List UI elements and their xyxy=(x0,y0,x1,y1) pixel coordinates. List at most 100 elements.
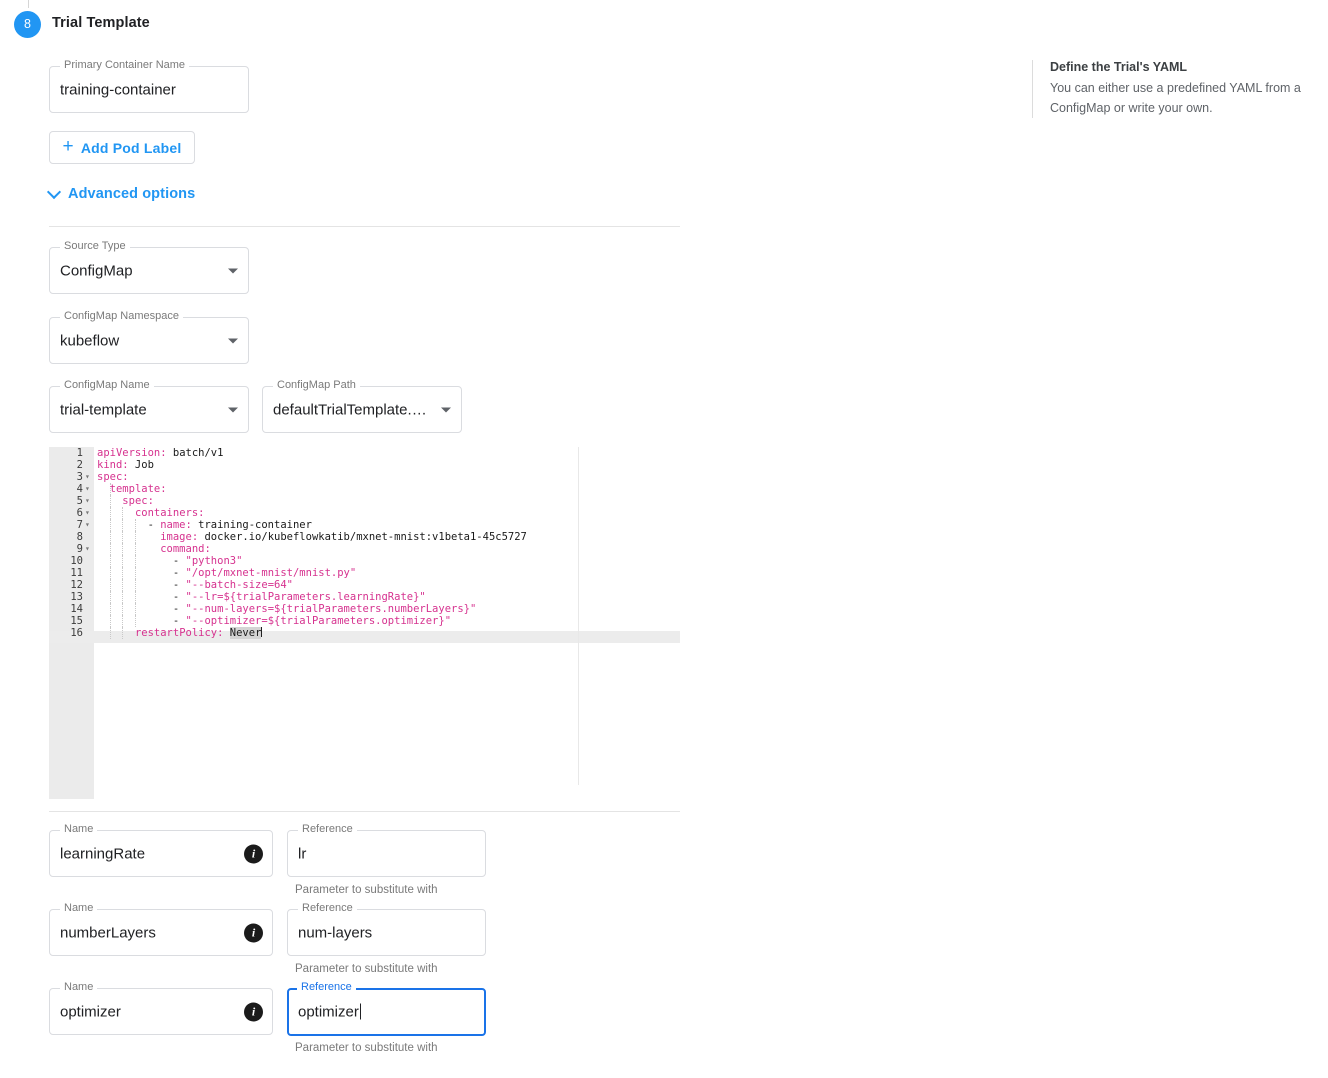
editor-line: 3 ▾ spec: xyxy=(49,471,680,483)
editor-line-number: 7 xyxy=(76,519,83,531)
editor-line-text: - "--optimizer=${trialParameters.optimiz… xyxy=(97,615,452,627)
yaml-code-editor[interactable]: 1 apiVersion: batch/v1 2 kind: Job 3 ▾ spec: 4 ▾… xyxy=(49,447,680,799)
editor-fold-arrow-icon[interactable]: ▾ xyxy=(85,495,93,507)
editor-line-number: 9 xyxy=(76,543,83,555)
editor-line-number: 4 xyxy=(76,483,83,495)
parameter-reference-value: lr xyxy=(298,845,307,862)
editor-line: 4 ▾ template: xyxy=(49,483,680,495)
info-icon[interactable]: i xyxy=(244,923,263,942)
editor-line-number: 10 xyxy=(70,555,83,567)
editor-line: 13 - "--lr=${trialParameters.learningRat… xyxy=(49,591,680,603)
source-type-select[interactable]: Source Type ConfigMap xyxy=(49,240,249,294)
step-connector-line xyxy=(28,0,29,8)
editor-line-number: 15 xyxy=(70,615,83,627)
parameter-reference-value: num-layers xyxy=(298,924,373,941)
help-title: Define the Trial's YAML xyxy=(1050,60,1188,74)
configmap-namespace-value: kubeflow xyxy=(60,332,120,349)
editor-line-text: - name: training-container xyxy=(97,519,312,531)
parameter-reference-field-0[interactable]: Reference lr xyxy=(287,823,486,877)
parameter-name-field-0[interactable]: Name learningRate i xyxy=(49,823,273,877)
advanced-options-label: Advanced options xyxy=(68,186,196,202)
dropdown-arrow-icon[interactable] xyxy=(228,407,238,412)
editor-line-number: 3 xyxy=(76,471,83,483)
parameter-name-label: Name xyxy=(60,823,98,836)
editor-line-number: 16 xyxy=(70,627,83,639)
parameter-reference-label: Reference xyxy=(297,981,356,994)
parameter-name-label: Name xyxy=(60,981,98,994)
editor-line-text: - "--lr=${trialParameters.learningRate}" xyxy=(97,591,426,603)
source-type-value: ConfigMap xyxy=(60,262,133,279)
advanced-options-toggle[interactable]: Advanced options xyxy=(49,186,195,202)
step-number-badge: 8 xyxy=(14,11,41,38)
editor-code-content[interactable]: 1 apiVersion: batch/v1 2 kind: Job 3 ▾ spec: 4 ▾… xyxy=(49,447,680,639)
primary-container-name-value: training-container xyxy=(60,81,176,98)
parameter-name-value: numberLayers xyxy=(60,924,156,941)
parameter-reference-value: optimizer xyxy=(298,1004,452,1021)
configmap-path-select[interactable]: ConfigMap Path defaultTrialTemplate.ya… xyxy=(262,379,462,433)
editor-line: 8 image: docker.io/kubeflowkatib/mxnet-m… xyxy=(49,531,680,543)
editor-fold-arrow-icon[interactable]: ▾ xyxy=(85,471,93,483)
configmap-name-select[interactable]: ConfigMap Name trial-template xyxy=(49,379,249,433)
parameter-name-field-1[interactable]: Name numberLayers i xyxy=(49,902,273,956)
configmap-namespace-select[interactable]: ConfigMap Namespace kubeflow xyxy=(49,310,249,364)
primary-container-name-field[interactable]: Primary Container Name training-containe… xyxy=(49,59,249,113)
add-pod-label-button-label: Add Pod Label xyxy=(80,139,182,156)
parameter-reference-field-2[interactable]: Reference optimizer xyxy=(287,981,486,1036)
dropdown-arrow-icon[interactable] xyxy=(228,268,238,273)
help-panel: Define the Trial's YAML You can either u… xyxy=(1032,60,1302,118)
configmap-name-label: ConfigMap Name xyxy=(60,379,154,392)
editor-line-text: apiVersion: batch/v1 xyxy=(97,447,224,459)
editor-line: 12 - "--batch-size=64" xyxy=(49,579,680,591)
editor-line-text: command: xyxy=(160,543,211,555)
editor-line-number: 2 xyxy=(76,459,83,471)
editor-fold-arrow-icon[interactable]: ▾ xyxy=(85,483,93,495)
editor-line-number: 11 xyxy=(70,567,83,579)
editor-line-text: spec: xyxy=(97,471,129,483)
help-body: You can either use a predefined YAML fro… xyxy=(1050,81,1301,115)
editor-line-number: 13 xyxy=(70,591,83,603)
editor-line-text: - "/opt/mxnet-mnist/mnist.py" xyxy=(97,567,357,579)
editor-line-text: restartPolicy: Never xyxy=(134,627,263,639)
chevron-down-icon xyxy=(49,187,60,198)
editor-line: 5 ▾ spec: xyxy=(49,495,680,507)
editor-fold-arrow-icon[interactable]: ▾ xyxy=(85,543,93,555)
page-title: Trial Template xyxy=(52,15,150,31)
info-icon[interactable]: i xyxy=(244,844,263,863)
configmap-namespace-label: ConfigMap Namespace xyxy=(60,310,183,323)
divider-bottom xyxy=(49,811,680,812)
editor-line-text: spec: xyxy=(122,495,154,507)
editor-fold-arrow-icon[interactable]: ▾ xyxy=(85,519,93,531)
parameter-name-value: optimizer xyxy=(60,1003,121,1020)
parameter-reference-hint: Parameter to substitute with xyxy=(295,963,438,975)
parameter-name-value: learningRate xyxy=(60,845,146,862)
editor-line-number: 1 xyxy=(76,447,83,459)
editor-line: 10 - "python3" xyxy=(49,555,680,567)
configmap-name-value: trial-template xyxy=(60,401,147,418)
parameter-name-label: Name xyxy=(60,902,98,915)
parameter-reference-label: Reference xyxy=(298,823,357,836)
parameter-reference-hint: Parameter to substitute with xyxy=(295,1042,438,1054)
editor-line-text: - "--batch-size=64" xyxy=(97,579,293,591)
parameter-reference-hint: Parameter to substitute with xyxy=(295,884,438,896)
parameter-reference-field-1[interactable]: Reference num-layers xyxy=(287,902,486,956)
editor-line-number: 8 xyxy=(76,531,83,543)
primary-container-name-label: Primary Container Name xyxy=(60,59,190,72)
dropdown-arrow-icon[interactable] xyxy=(441,407,451,412)
editor-line: 9 ▾ command: xyxy=(49,543,680,555)
editor-line: 14 - "--num-layers=${trialParameters.num… xyxy=(49,603,680,615)
parameter-reference-label: Reference xyxy=(298,902,357,915)
editor-line-number: 6 xyxy=(76,507,83,519)
editor-line-number: 14 xyxy=(70,603,83,615)
editor-line-text: containers: xyxy=(134,507,205,519)
editor-line-text: - "--num-layers=${trialParameters.number… xyxy=(97,603,477,615)
editor-fold-arrow-icon[interactable]: ▾ xyxy=(85,507,93,519)
divider-top xyxy=(49,226,680,227)
editor-line: 11 - "/opt/mxnet-mnist/mnist.py" xyxy=(49,567,680,579)
parameter-name-field-2[interactable]: Name optimizer i xyxy=(49,981,273,1035)
source-type-label: Source Type xyxy=(60,240,130,253)
add-pod-label-button[interactable]: + Add Pod Label xyxy=(49,131,195,164)
configmap-path-value: defaultTrialTemplate.ya… xyxy=(273,401,428,418)
dropdown-arrow-icon[interactable] xyxy=(228,338,238,343)
info-icon[interactable]: i xyxy=(244,1002,263,1021)
editor-line-text: - "python3" xyxy=(97,555,243,567)
